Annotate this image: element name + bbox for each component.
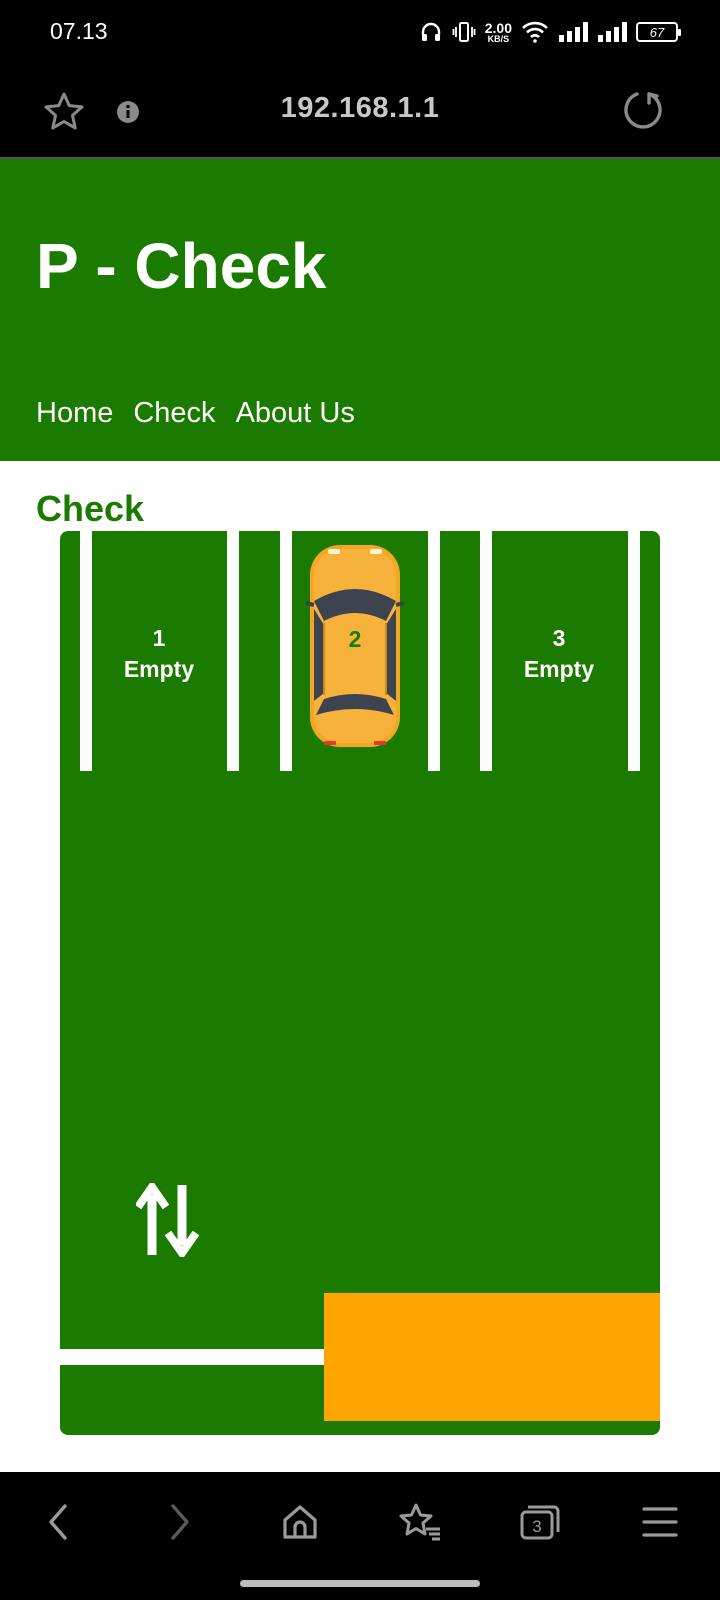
reload-icon[interactable] bbox=[622, 88, 664, 130]
parking-slot-1: 1 Empty bbox=[84, 623, 234, 685]
battery-icon: 67 bbox=[636, 22, 681, 42]
site-title: P - Check bbox=[36, 230, 327, 302]
browser-address-bar: 192.168.1.1 bbox=[0, 66, 720, 158]
nav-about-us[interactable]: About Us bbox=[236, 397, 355, 430]
nav-check[interactable]: Check bbox=[133, 397, 215, 430]
status-time: 07.13 bbox=[50, 18, 108, 44]
parking-slot-2: 2 bbox=[306, 626, 404, 653]
back-button[interactable] bbox=[30, 1494, 86, 1550]
slot-status: Empty bbox=[123, 656, 195, 682]
chevron-left-icon bbox=[49, 1504, 67, 1540]
nav-home[interactable]: Home bbox=[36, 397, 113, 430]
tabs-button[interactable]: 3 bbox=[512, 1494, 568, 1550]
vibrate-icon bbox=[452, 22, 476, 42]
wifi-icon bbox=[522, 21, 548, 43]
bookmarks-button[interactable] bbox=[392, 1494, 448, 1550]
slot-number: 3 bbox=[552, 625, 566, 651]
forward-button[interactable] bbox=[152, 1494, 208, 1550]
exit-area bbox=[324, 1293, 660, 1421]
home-icon bbox=[283, 1505, 317, 1539]
two-way-arrows-icon bbox=[136, 1183, 200, 1257]
slot-divider-line bbox=[428, 531, 440, 771]
net-speed-unit: KB/S bbox=[487, 33, 510, 44]
signal-icon bbox=[598, 22, 627, 42]
chevron-right-icon bbox=[171, 1504, 189, 1540]
slot-status: Empty bbox=[523, 656, 595, 682]
site-nav: Home Check About Us bbox=[36, 397, 355, 430]
site-header: P - Check Home Check About Us bbox=[0, 159, 720, 461]
menu-button[interactable] bbox=[632, 1494, 688, 1550]
home-button[interactable] bbox=[272, 1494, 328, 1550]
address-url[interactable]: 192.168.1.1 bbox=[0, 92, 720, 125]
slot-divider-line bbox=[280, 531, 292, 771]
browser-bottom-nav: 3 bbox=[0, 1472, 720, 1600]
parking-slot-3: 3 Empty bbox=[484, 623, 634, 685]
lane-line bbox=[60, 1349, 324, 1365]
parking-lot: 1 Empty 2 3 Empty bbox=[60, 531, 660, 1435]
slot-number: 1 bbox=[152, 625, 166, 651]
signal-icon bbox=[559, 22, 588, 42]
net-speed-value: 2.00 bbox=[484, 19, 512, 36]
headphones-icon bbox=[421, 22, 440, 41]
battery-level: 67 bbox=[649, 24, 665, 40]
gesture-home-indicator[interactable] bbox=[240, 1580, 480, 1587]
hamburger-menu-icon bbox=[642, 1507, 678, 1537]
page-title: Check bbox=[36, 488, 145, 529]
tabs-icon: 3 bbox=[520, 1505, 560, 1540]
status-icons: 2.00 KB/S 67 bbox=[419, 16, 681, 48]
net-speed: 2.00 KB/S bbox=[485, 21, 512, 44]
tab-count: 3 bbox=[532, 1517, 541, 1536]
bookmarks-star-icon bbox=[399, 1503, 440, 1541]
slot-number: 2 bbox=[348, 626, 362, 652]
status-bar: 07.13 2.00 KB/S 67 bbox=[0, 0, 720, 66]
